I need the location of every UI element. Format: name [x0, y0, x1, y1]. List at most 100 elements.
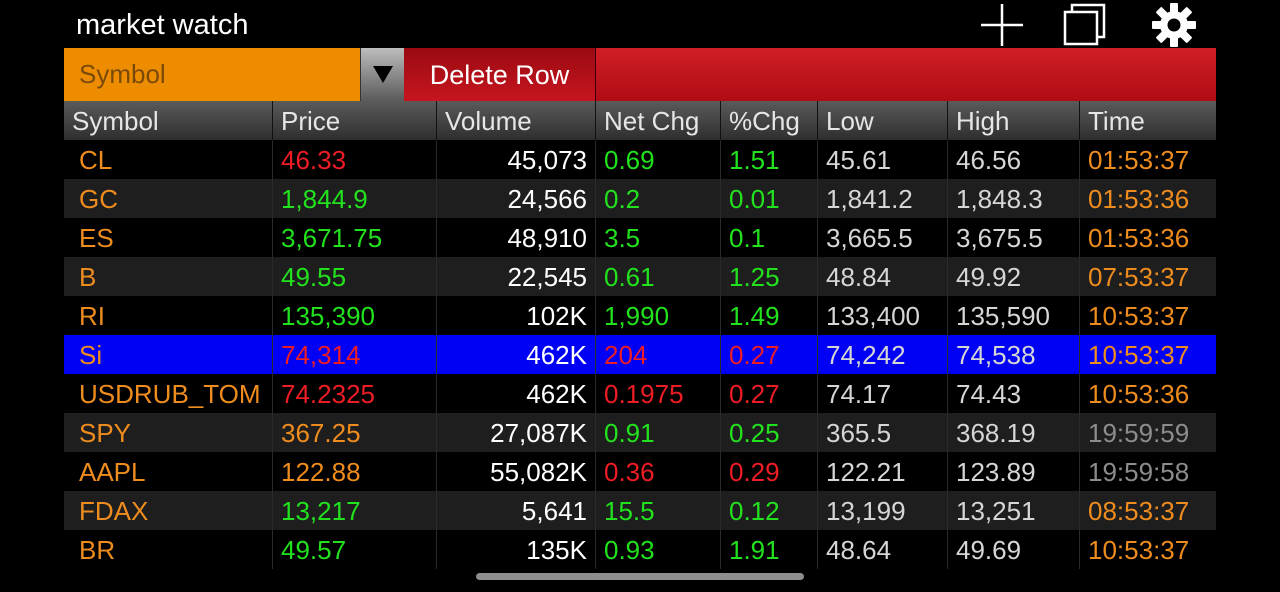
gear-icon[interactable] — [1151, 2, 1197, 48]
cell-net-chg: 0.2 — [596, 179, 721, 218]
cell-high: 13,251 — [948, 491, 1080, 530]
symbol-input[interactable] — [64, 48, 360, 101]
cell-symbol: B — [64, 257, 273, 296]
table-row[interactable]: GC 1,844.9 24,566 0.2 0.01 1,841.2 1,848.3 01:5… — [64, 179, 1216, 218]
cell-net-chg: 0.61 — [596, 257, 721, 296]
cell-high: 1,848.3 — [948, 179, 1080, 218]
cell-high: 46.56 — [948, 140, 1080, 179]
cell-price: 367.25 — [273, 413, 437, 452]
cell-low: 133,400 — [818, 296, 948, 335]
app-title: market watch — [76, 9, 249, 41]
cell-net-chg: 0.93 — [596, 530, 721, 569]
cell-price: 135,390 — [273, 296, 437, 335]
cell-symbol: USDRUB_TOM — [64, 374, 273, 413]
table-row[interactable]: SPY 367.25 27,087K 0.91 0.25 365.5 368.19 19:59… — [64, 413, 1216, 452]
cell-net-chg: 15.5 — [596, 491, 721, 530]
table-row[interactable]: Si 74,314 462K 204 0.27 74,242 74,538 10:53:37 — [64, 335, 1216, 374]
column-header-low[interactable]: Low — [818, 101, 948, 140]
column-header-time[interactable]: Time — [1080, 101, 1216, 140]
cell-volume: 5,641 — [437, 491, 596, 530]
table-row[interactable]: RI 135,390 102K 1,990 1.49 133,400 135,590 10:5… — [64, 296, 1216, 335]
cell-pct-chg: 0.27 — [721, 335, 818, 374]
cell-volume: 48,910 — [437, 218, 596, 257]
table-row[interactable]: BR 49.57 135K 0.93 1.91 48.64 49.69 10:53:37 — [64, 530, 1216, 569]
column-header-price[interactable]: Price — [273, 101, 437, 140]
cell-net-chg: 0.69 — [596, 140, 721, 179]
cell-time: 10:53:37 — [1088, 340, 1190, 370]
cell-high: 74,538 — [948, 335, 1080, 374]
cell-time: 01:53:37 — [1088, 145, 1190, 175]
cell-price: 49.57 — [273, 530, 437, 569]
cell-high: 135,590 — [948, 296, 1080, 335]
cell-volume: 55,082K — [437, 452, 596, 491]
copy-window-icon[interactable] — [1062, 2, 1108, 48]
cell-net-chg: 0.36 — [596, 452, 721, 491]
cell-price: 74,314 — [273, 335, 437, 374]
column-header-net-chg[interactable]: Net Chg — [596, 101, 721, 140]
cell-low: 74,242 — [818, 335, 948, 374]
cell-net-chg: 0.1975 — [596, 374, 721, 413]
column-header-volume[interactable]: Volume — [437, 101, 596, 140]
delete-row-button[interactable]: Delete Row — [404, 48, 596, 101]
cell-price: 13,217 — [273, 491, 437, 530]
cell-symbol: AAPL — [64, 452, 273, 491]
cell-low: 365.5 — [818, 413, 948, 452]
cell-net-chg: 0.91 — [596, 413, 721, 452]
cell-net-chg: 1,990 — [596, 296, 721, 335]
table-row[interactable]: CL 46.33 45,073 0.69 1.51 45.61 46.56 01:53:37 — [64, 140, 1216, 179]
cell-symbol: BR — [64, 530, 273, 569]
cell-pct-chg: 0.1 — [721, 218, 818, 257]
table-row[interactable]: USDRUB_TOM 74.2325 462K 0.1975 0.27 74.17 74.4… — [64, 374, 1216, 413]
cell-pct-chg: 1.49 — [721, 296, 818, 335]
toolbar: Delete Row — [64, 48, 1216, 101]
cell-price: 1,844.9 — [273, 179, 437, 218]
cell-symbol: ES — [64, 218, 273, 257]
cell-low: 13,199 — [818, 491, 948, 530]
cell-volume: 45,073 — [437, 140, 596, 179]
table-header: Symbol Price Volume Net Chg %Chg Low Hig… — [64, 101, 1216, 140]
cell-volume: 24,566 — [437, 179, 596, 218]
cell-time: 10:53:36 — [1088, 379, 1190, 409]
column-header-pct-chg[interactable]: %Chg — [721, 101, 818, 140]
cell-price: 122.88 — [273, 452, 437, 491]
cell-pct-chg: 0.01 — [721, 179, 818, 218]
cell-volume: 462K — [437, 335, 596, 374]
cell-pct-chg: 0.29 — [721, 452, 818, 491]
cell-low: 48.64 — [818, 530, 948, 569]
cell-time: 10:53:37 — [1088, 535, 1190, 565]
cell-volume: 135K — [437, 530, 596, 569]
triangle-down-icon — [372, 66, 393, 83]
cell-low: 1,841.2 — [818, 179, 948, 218]
cell-pct-chg: 1.51 — [721, 140, 818, 179]
column-header-high[interactable]: High — [948, 101, 1080, 140]
cell-symbol: CL — [64, 140, 273, 179]
cell-high: 3,675.5 — [948, 218, 1080, 257]
cell-pct-chg: 0.25 — [721, 413, 818, 452]
table-body: CL 46.33 45,073 0.69 1.51 45.61 46.56 01:53:37 G… — [64, 140, 1216, 569]
cell-symbol: FDAX — [64, 491, 273, 530]
cell-time: 19:59:59 — [1088, 418, 1190, 448]
cell-time: 01:53:36 — [1088, 184, 1190, 214]
column-header-symbol[interactable]: Symbol — [64, 101, 273, 140]
cell-high: 74.43 — [948, 374, 1080, 413]
cell-price: 74.2325 — [273, 374, 437, 413]
cell-symbol: Si — [64, 335, 273, 374]
table-row[interactable]: FDAX 13,217 5,641 15.5 0.12 13,199 13,251 08:53… — [64, 491, 1216, 530]
cell-net-chg: 3.5 — [596, 218, 721, 257]
cell-price: 3,671.75 — [273, 218, 437, 257]
cell-low: 122.21 — [818, 452, 948, 491]
home-indicator[interactable] — [476, 573, 804, 580]
cell-symbol: RI — [64, 296, 273, 335]
table-row[interactable]: B 49.55 22,545 0.61 1.25 48.84 49.92 07:53:37 — [64, 257, 1216, 296]
cell-high: 123.89 — [948, 452, 1080, 491]
table-row[interactable]: ES 3,671.75 48,910 3.5 0.1 3,665.5 3,675.5 01:5… — [64, 218, 1216, 257]
cell-time: 19:59:58 — [1088, 457, 1190, 487]
table-row[interactable]: AAPL 122.88 55,082K 0.36 0.29 122.21 123.89 19:… — [64, 452, 1216, 491]
cell-price: 46.33 — [273, 140, 437, 179]
plus-icon[interactable] — [979, 2, 1025, 48]
cell-time: 01:53:36 — [1088, 223, 1190, 253]
cell-symbol: GC — [64, 179, 273, 218]
symbol-dropdown-button[interactable] — [360, 48, 404, 101]
cell-pct-chg: 0.27 — [721, 374, 818, 413]
cell-volume: 462K — [437, 374, 596, 413]
